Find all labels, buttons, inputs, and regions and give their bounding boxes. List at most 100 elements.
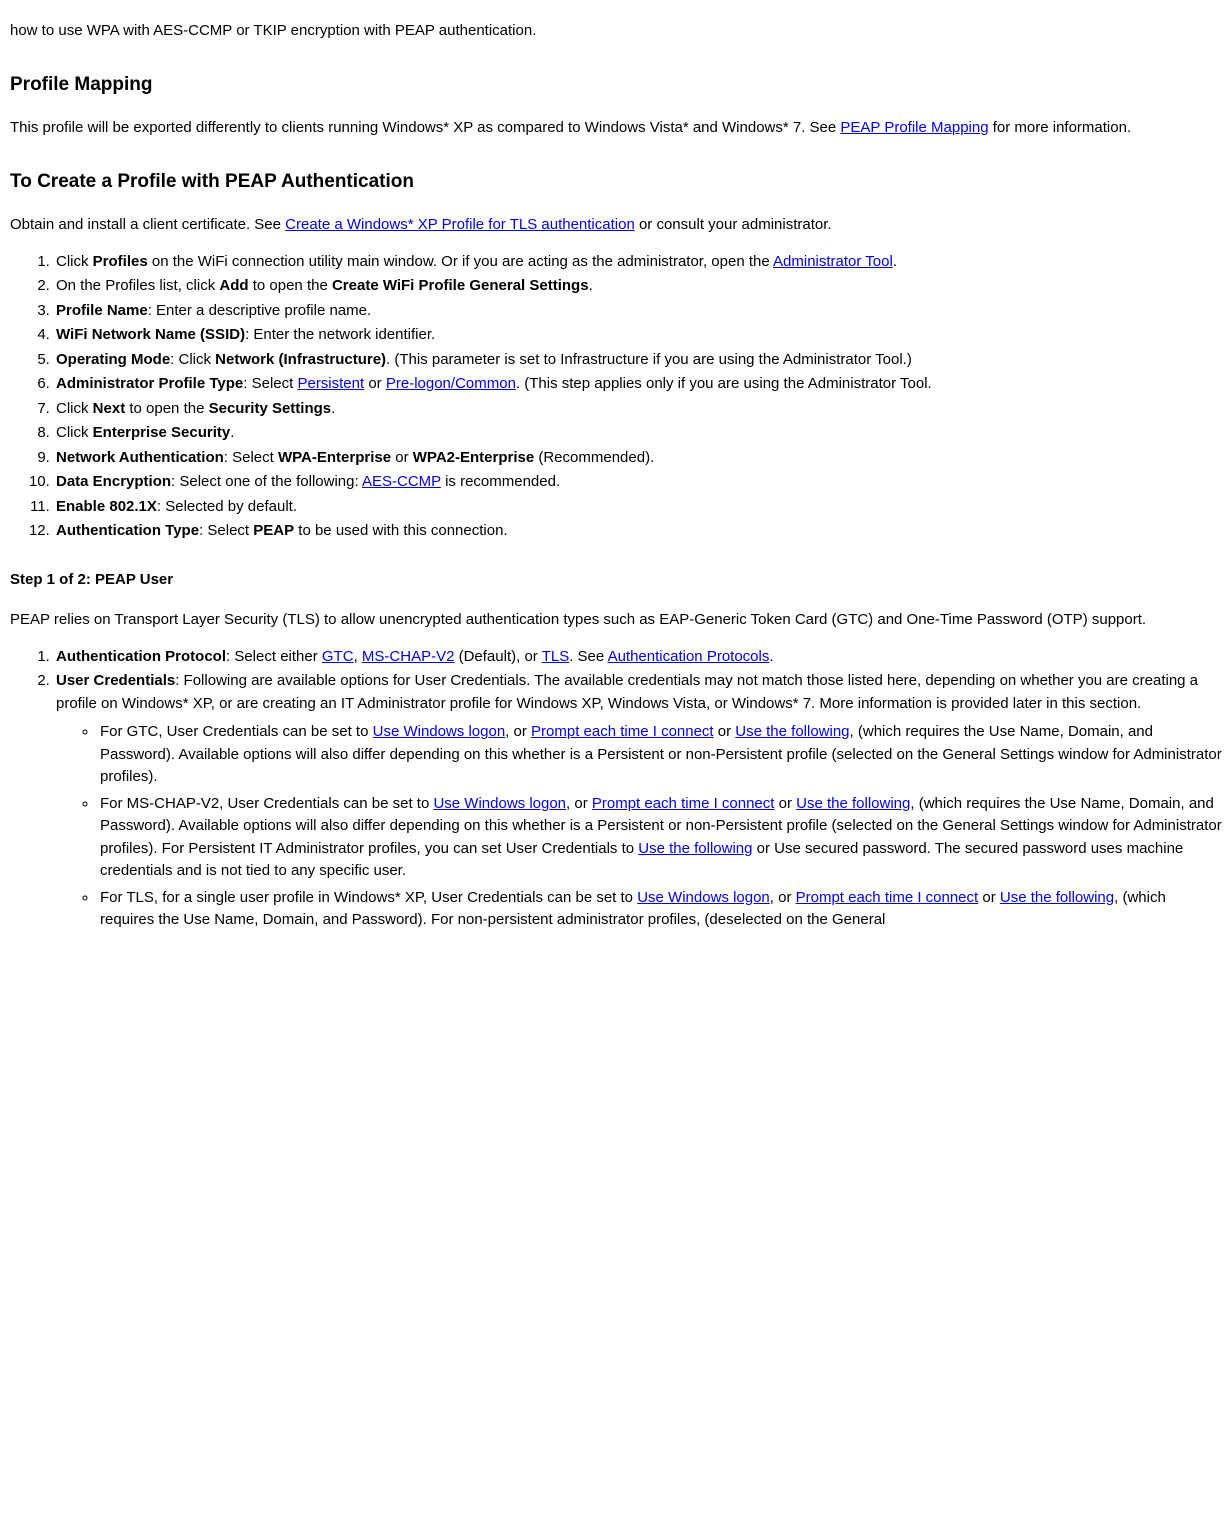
text: , (354, 648, 362, 665)
step-item: Network Authentication: Select WPA-Enter… (54, 447, 1222, 470)
text-bold: WPA-Enterprise (278, 449, 391, 466)
link-tls-auth-profile[interactable]: Create a Windows* XP Profile for TLS aut… (285, 216, 635, 233)
step-item: Administrator Profile Type: Select Persi… (54, 373, 1222, 396)
text: , or (770, 889, 796, 906)
step-item: Authentication Protocol: Select either G… (54, 646, 1222, 669)
text: or (391, 449, 413, 466)
text: : Selected by default. (157, 498, 297, 515)
text: : Select one of the following: (171, 473, 362, 490)
step-item: Data Encryption: Select one of the follo… (54, 471, 1222, 494)
text-bold: Operating Mode (56, 351, 170, 368)
text: Click (56, 253, 93, 270)
text: . (230, 424, 234, 441)
create-profile-intro: Obtain and install a client certificate.… (10, 214, 1222, 237)
text-bold: Data Encryption (56, 473, 171, 490)
text: . (769, 648, 773, 665)
text: For TLS, for a single user profile in Wi… (100, 889, 637, 906)
step-item: User Credentials: Following are availabl… (54, 670, 1222, 932)
link-administrator-tool[interactable]: Administrator Tool (773, 253, 893, 270)
heading-step1: Step 1 of 2: PEAP User (10, 569, 1222, 592)
text: for more information. (989, 119, 1132, 136)
text: or consult your administrator. (635, 216, 832, 233)
link-use-windows-logon[interactable]: Use Windows logon (433, 795, 566, 812)
text: on the WiFi connection utility main wind… (148, 253, 773, 270)
step-item: Profile Name: Enter a descriptive profil… (54, 300, 1222, 323)
link-mschapv2[interactable]: MS-CHAP-V2 (362, 648, 455, 665)
text: For MS-CHAP-V2, User Credentials can be … (100, 795, 433, 812)
step1-steps: Authentication Protocol: Select either G… (10, 646, 1222, 932)
text-bold: Administrator Profile Type (56, 375, 243, 392)
link-use-windows-logon[interactable]: Use Windows logon (637, 889, 770, 906)
text-bold: Network (Infrastructure) (215, 351, 386, 368)
text: to open the (249, 277, 332, 294)
link-tls[interactable]: TLS (542, 648, 570, 665)
text: or (978, 889, 1000, 906)
text: to be used with this connection. (294, 522, 507, 539)
step-item: Authentication Type: Select PEAP to be u… (54, 520, 1222, 543)
text: : Enter a descriptive profile name. (148, 302, 371, 319)
link-use-the-following[interactable]: Use the following (638, 840, 752, 857)
text: (Recommended). (534, 449, 654, 466)
link-persistent[interactable]: Persistent (297, 375, 364, 392)
text: For GTC, User Credentials can be set to (100, 723, 373, 740)
text: . See (569, 648, 607, 665)
link-prompt-each-time[interactable]: Prompt each time I connect (796, 889, 979, 906)
link-use-windows-logon[interactable]: Use Windows logon (373, 723, 506, 740)
text: This profile will be exported differentl… (10, 119, 840, 136)
text: Click (56, 400, 93, 417)
link-use-the-following[interactable]: Use the following (735, 723, 849, 740)
text: : Select (199, 522, 253, 539)
text: Obtain and install a client certificate.… (10, 216, 285, 233)
link-prelogon-common[interactable]: Pre-logon/Common (386, 375, 516, 392)
text: to open the (125, 400, 208, 417)
link-auth-protocols[interactable]: Authentication Protocols (608, 648, 770, 665)
step-item: Operating Mode: Click Network (Infrastru… (54, 349, 1222, 372)
text-bold: PEAP (253, 522, 294, 539)
text: : Click (170, 351, 215, 368)
step-item: Click Enterprise Security. (54, 422, 1222, 445)
intro-fragment: how to use WPA with AES-CCMP or TKIP enc… (10, 20, 1222, 43)
link-use-the-following[interactable]: Use the following (796, 795, 910, 812)
heading-profile-mapping: Profile Mapping (10, 71, 1222, 100)
user-credentials-sublist: For GTC, User Credentials can be set to … (56, 721, 1222, 932)
link-prompt-each-time[interactable]: Prompt each time I connect (592, 795, 775, 812)
text: . (This parameter is set to Infrastructu… (386, 351, 912, 368)
text: : Select either (226, 648, 322, 665)
link-aes-ccmp[interactable]: AES-CCMP (362, 473, 441, 490)
text-bold: Enable 802.1X (56, 498, 157, 515)
text-bold: Security Settings (209, 400, 332, 417)
create-profile-steps: Click Profiles on the WiFi connection ut… (10, 251, 1222, 543)
link-use-the-following[interactable]: Use the following (1000, 889, 1114, 906)
text: Click (56, 424, 93, 441)
text-bold: Profiles (93, 253, 148, 270)
step1-intro: PEAP relies on Transport Layer Security … (10, 609, 1222, 632)
text: : Select (243, 375, 297, 392)
link-prompt-each-time[interactable]: Prompt each time I connect (531, 723, 714, 740)
step-item: Click Profiles on the WiFi connection ut… (54, 251, 1222, 274)
text: : Following are available options for Us… (56, 672, 1198, 712)
heading-create-profile: To Create a Profile with PEAP Authentica… (10, 168, 1222, 197)
text: (Default), or (454, 648, 541, 665)
text: : Enter the network identifier. (245, 326, 435, 343)
text-bold: WPA2-Enterprise (413, 449, 534, 466)
text-bold: Network Authentication (56, 449, 224, 466)
link-peap-profile-mapping[interactable]: PEAP Profile Mapping (840, 119, 988, 136)
text: . (589, 277, 593, 294)
sublist-item: For TLS, for a single user profile in Wi… (98, 887, 1222, 932)
text: . (This step applies only if you are usi… (516, 375, 932, 392)
text-bold: Next (93, 400, 126, 417)
sublist-item: For MS-CHAP-V2, User Credentials can be … (98, 793, 1222, 883)
step-item: WiFi Network Name (SSID): Enter the netw… (54, 324, 1222, 347)
text: On the Profiles list, click (56, 277, 219, 294)
text: : Select (224, 449, 278, 466)
text-bold: User Credentials (56, 672, 175, 689)
text: is recommended. (441, 473, 560, 490)
text-bold: Authentication Protocol (56, 648, 226, 665)
link-gtc[interactable]: GTC (322, 648, 354, 665)
text: , or (505, 723, 531, 740)
text-bold: Authentication Type (56, 522, 199, 539)
step-item: On the Profiles list, click Add to open … (54, 275, 1222, 298)
text-bold: Enterprise Security (93, 424, 231, 441)
profile-mapping-paragraph: This profile will be exported differentl… (10, 117, 1222, 140)
text: . (893, 253, 897, 270)
